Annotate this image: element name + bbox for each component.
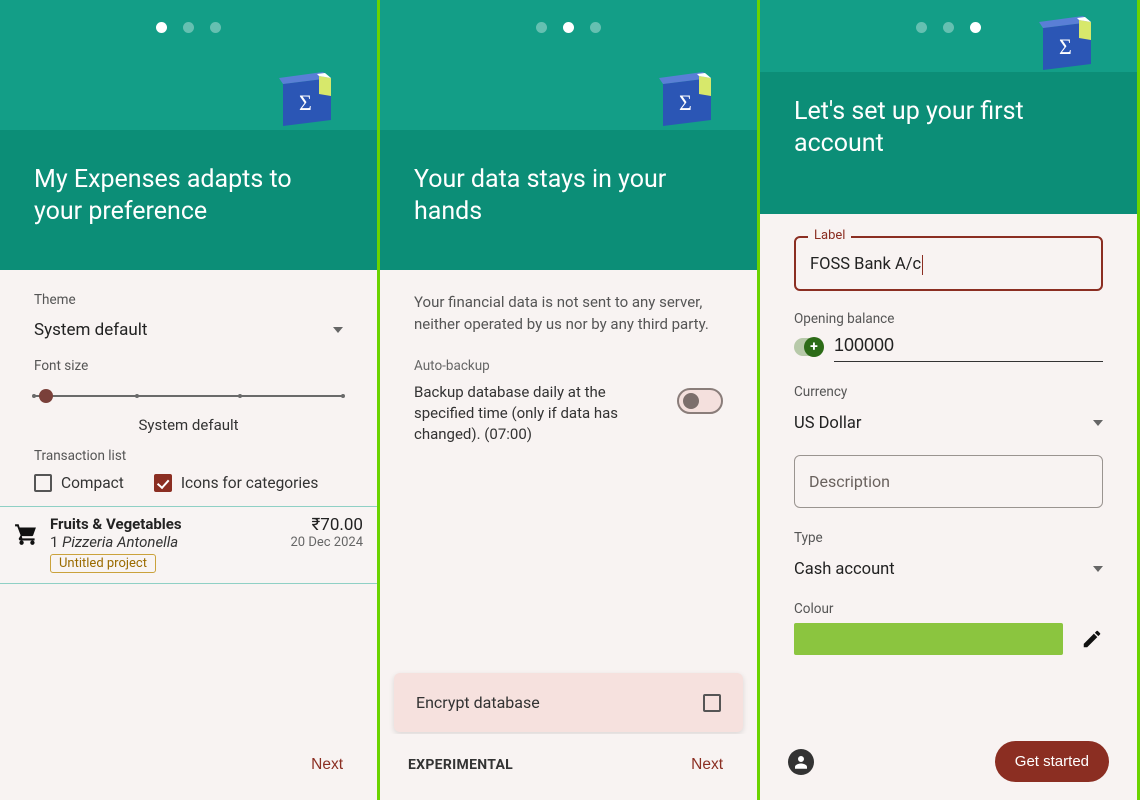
autobackup-text: Backup database daily at the specified t…	[414, 382, 659, 445]
footer: Next	[0, 734, 377, 800]
onboarding-pane-2: Σ Your data stays in your hands Your fin…	[380, 0, 760, 800]
encrypt-label: Encrypt database	[416, 693, 540, 712]
autobackup-row: Backup database daily at the specified t…	[414, 382, 723, 445]
transaction-preview-row: Fruits & Vegetables 1 Pizzeria Antonella…	[0, 506, 377, 584]
onboarding-title: My Expenses adapts to your preference	[0, 130, 377, 254]
cart-icon	[14, 521, 40, 547]
tx-date: 20 Dec 2024	[290, 535, 363, 550]
colour-swatch[interactable]	[794, 623, 1063, 655]
encrypt-checkbox[interactable]	[703, 694, 721, 712]
font-size-caption: System default	[34, 416, 343, 434]
app-logo-icon: Σ	[649, 70, 725, 132]
transaction-list-label: Transaction list	[34, 448, 343, 464]
font-size-label: Font size	[34, 358, 343, 374]
app-logo-icon: Σ	[1029, 14, 1105, 76]
account-setup-form: Label FOSS Bank A/c Opening balance + Cu…	[760, 214, 1137, 800]
sign-toggle[interactable]: +	[794, 338, 822, 356]
plus-icon: +	[804, 337, 824, 357]
footer: EXPERIMENTAL Next	[380, 734, 757, 800]
label-input-value: FOSS Bank A/c	[810, 255, 921, 274]
checkbox-icon	[34, 474, 52, 492]
page-dot-3[interactable]	[970, 22, 981, 33]
type-select[interactable]: Cash account	[794, 552, 1103, 601]
type-value: Cash account	[794, 560, 895, 579]
header-banner: Σ	[380, 0, 757, 130]
currency-value: US Dollar	[794, 414, 861, 433]
currency-label: Currency	[794, 384, 1103, 400]
experimental-label: EXPERIMENTAL	[408, 757, 513, 773]
label-legend: Label	[808, 228, 851, 243]
dropdown-icon	[333, 327, 343, 333]
theme-value: System default	[34, 320, 147, 340]
page-dot-3[interactable]	[590, 22, 601, 33]
autobackup-toggle[interactable]	[677, 388, 723, 414]
tx-amount: ₹70.00	[290, 515, 363, 535]
onboarding-title: Let's set up your first account	[760, 72, 1137, 182]
tx-category: Fruits & Vegetables	[50, 515, 280, 533]
slider-thumb[interactable]	[39, 389, 53, 403]
page-dot-2[interactable]	[183, 22, 194, 33]
tx-count: 1	[50, 533, 58, 551]
svg-text:Σ: Σ	[299, 90, 312, 115]
transaction-list-options: Compact Icons for categories	[34, 474, 343, 492]
encrypt-database-card[interactable]: Encrypt database	[394, 673, 743, 732]
header-banner: Σ	[760, 0, 1137, 72]
header: Σ Let's set up your first account	[760, 0, 1137, 214]
page-dot-2[interactable]	[943, 22, 954, 33]
checkbox-compact-label: Compact	[61, 474, 124, 492]
edit-colour-icon[interactable]	[1081, 628, 1103, 650]
next-button[interactable]: Next	[305, 748, 349, 782]
onboarding-body: Your financial data is not sent to any s…	[380, 270, 757, 800]
checkbox-compact[interactable]: Compact	[34, 474, 124, 492]
checkbox-icons-label: Icons for categories	[181, 474, 319, 492]
header: Σ My Expenses adapts to your preference	[0, 0, 377, 270]
next-button[interactable]: Next	[685, 748, 729, 782]
privacy-description: Your financial data is not sent to any s…	[414, 292, 723, 336]
header: Σ Your data stays in your hands	[380, 0, 757, 270]
onboarding-pane-3: Σ Let's set up your first account Label …	[760, 0, 1140, 800]
checkbox-checked-icon	[154, 474, 172, 492]
svg-text:Σ: Σ	[679, 90, 692, 115]
opening-balance-row: +	[794, 333, 1103, 362]
tx-project-chip: Untitled project	[50, 554, 156, 573]
toggle-knob	[683, 393, 699, 409]
checkbox-icons[interactable]: Icons for categories	[154, 474, 319, 492]
colour-label: Colour	[794, 601, 1103, 617]
page-indicator	[0, 22, 377, 33]
onboarding-title: Your data stays in your hands	[380, 130, 757, 254]
page-dot-1[interactable]	[156, 22, 167, 33]
footer: Get started	[760, 727, 1137, 800]
onboarding-pane-1: Σ My Expenses adapts to your preference …	[0, 0, 380, 800]
currency-select[interactable]: US Dollar	[794, 406, 1103, 455]
page-dot-1[interactable]	[536, 22, 547, 33]
get-started-button[interactable]: Get started	[995, 741, 1109, 782]
opening-balance-input[interactable]	[834, 333, 1103, 362]
type-label: Type	[794, 530, 1103, 546]
font-size-control: System default	[34, 384, 343, 434]
description-input[interactable]: Description	[794, 455, 1103, 508]
svg-text:Σ: Σ	[1059, 34, 1072, 59]
page-indicator	[380, 22, 757, 33]
theme-label: Theme	[34, 292, 343, 308]
dropdown-icon	[1093, 566, 1103, 572]
opening-balance-label: Opening balance	[794, 311, 1103, 327]
label-field[interactable]: Label FOSS Bank A/c	[794, 236, 1103, 291]
tx-subline: 1 Pizzeria Antonella	[50, 533, 280, 551]
font-size-slider[interactable]	[34, 384, 343, 408]
colour-row	[794, 623, 1103, 655]
autobackup-heading: Auto-backup	[414, 358, 723, 374]
profile-icon[interactable]	[788, 749, 814, 775]
header-banner: Σ	[0, 0, 377, 130]
text-caret	[922, 255, 923, 275]
page-dot-2[interactable]	[563, 22, 574, 33]
page-dot-3[interactable]	[210, 22, 221, 33]
page-dot-1[interactable]	[916, 22, 927, 33]
description-placeholder: Description	[809, 472, 890, 491]
theme-select[interactable]: System default	[34, 314, 343, 358]
app-logo-icon: Σ	[269, 70, 345, 132]
onboarding-body: Theme System default Font size System de…	[0, 270, 377, 800]
tx-merchant: Pizzeria Antonella	[62, 533, 178, 551]
dropdown-icon	[1093, 420, 1103, 426]
